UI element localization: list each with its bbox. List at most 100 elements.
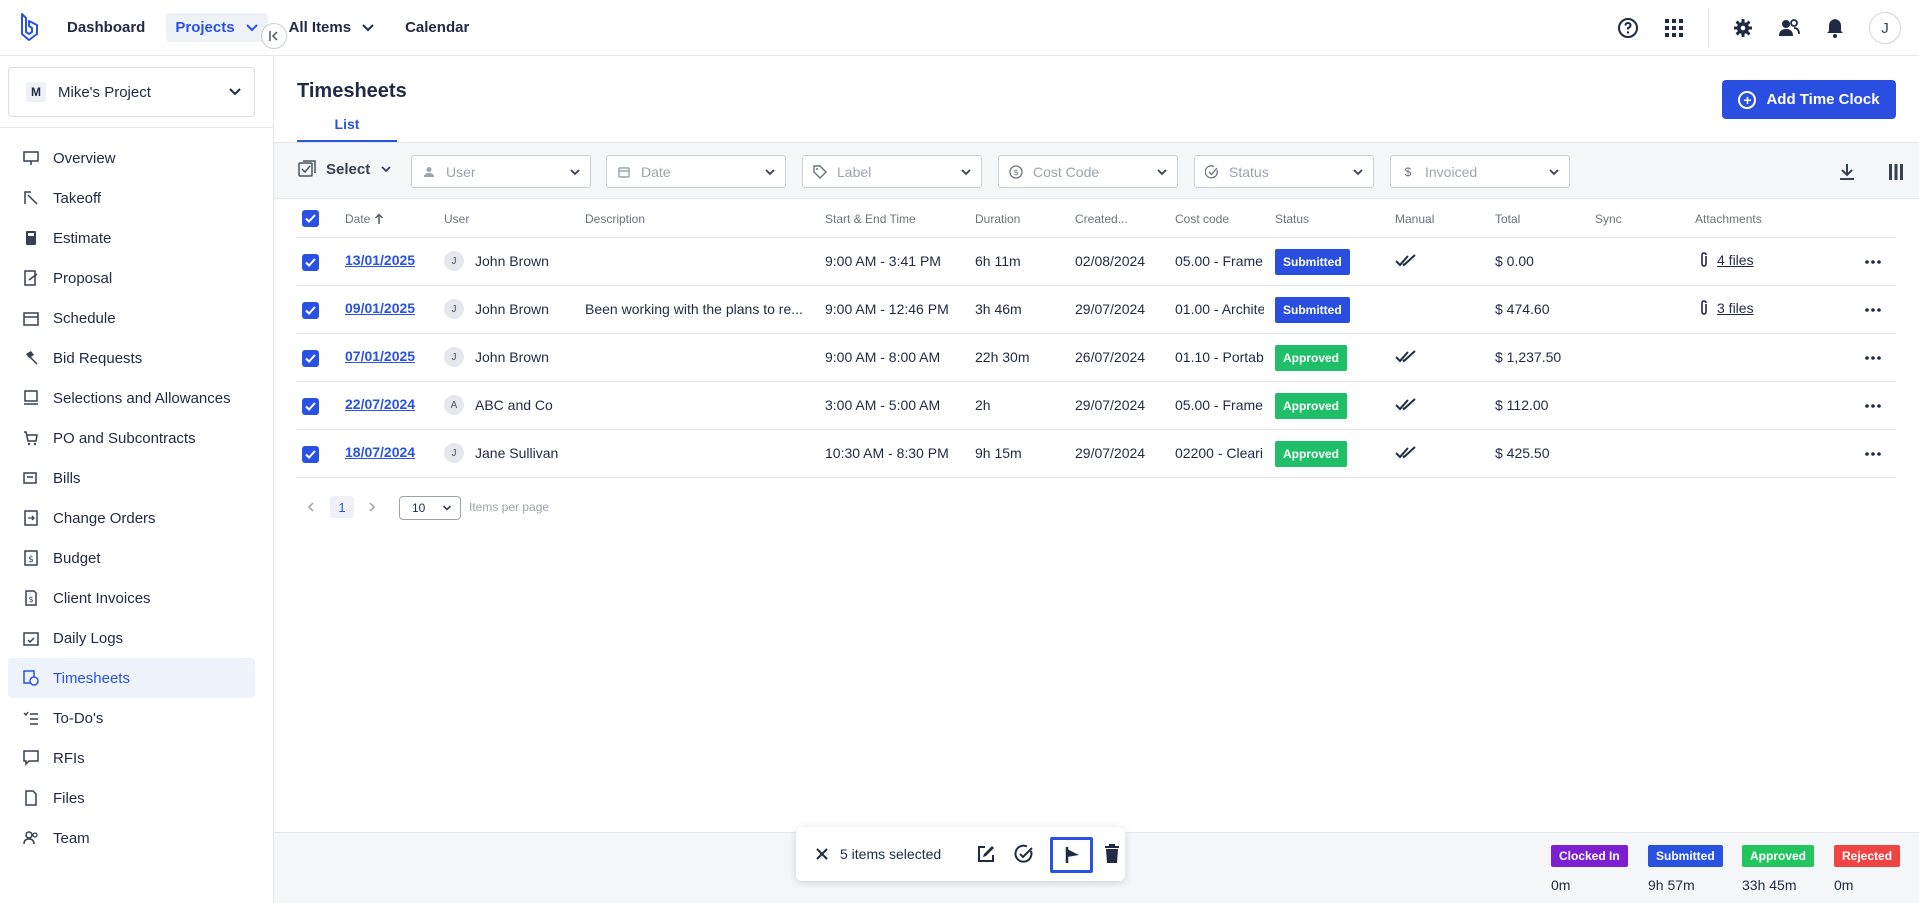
- nav-calendar[interactable]: Calendar: [396, 13, 478, 42]
- sidebar-item-client-invoices[interactable]: $ Client Invoices: [8, 578, 255, 618]
- add-time-clock-button[interactable]: + Add Time Clock: [1722, 80, 1896, 119]
- approve-icon[interactable]: [1012, 842, 1036, 866]
- header-created[interactable]: Created...: [1075, 212, 1128, 226]
- user-filter[interactable]: User: [411, 155, 591, 188]
- sidebar-item-timesheets[interactable]: Timesheets: [8, 658, 255, 698]
- attachments-link[interactable]: 3 files: [1717, 300, 1754, 316]
- header-status[interactable]: Status: [1275, 212, 1309, 226]
- nav-all-items[interactable]: All Items: [280, 13, 385, 42]
- date-link[interactable]: 13/01/2025: [345, 252, 415, 268]
- label-filter[interactable]: Label: [802, 155, 982, 188]
- next-page-icon[interactable]: [364, 499, 380, 515]
- user-avatar[interactable]: J: [1869, 12, 1901, 44]
- cost-code-filter[interactable]: $ Cost Code: [998, 155, 1178, 188]
- header-date[interactable]: Date: [345, 212, 384, 226]
- app-logo-icon[interactable]: [16, 12, 42, 44]
- more-options-icon[interactable]: [1863, 396, 1883, 416]
- more-options-icon[interactable]: [1863, 300, 1883, 320]
- nav-projects[interactable]: Projects: [166, 13, 268, 42]
- row-checkbox[interactable]: [302, 398, 319, 415]
- page-number-button[interactable]: 1: [330, 496, 354, 518]
- row-checkbox[interactable]: [302, 446, 319, 463]
- bell-icon[interactable]: [1823, 16, 1847, 40]
- header-duration[interactable]: Duration: [975, 212, 1020, 226]
- header-attachments[interactable]: Attachments: [1695, 212, 1762, 226]
- select-all-checkbox[interactable]: [302, 210, 319, 227]
- svg-text:$: $: [28, 555, 34, 565]
- tab-list[interactable]: List: [297, 112, 397, 142]
- close-icon[interactable]: [812, 844, 832, 864]
- select-dropdown[interactable]: Select: [298, 160, 392, 178]
- table-row[interactable]: 22/07/2024 A ABC and Co 3:00 AM - 5:00 A…: [296, 382, 1896, 430]
- apps-grid-icon[interactable]: [1662, 16, 1686, 40]
- collapse-sidebar-button[interactable]: [261, 23, 287, 49]
- sidebar-item-team[interactable]: Team: [8, 818, 255, 858]
- sidebar-item-po-and-subcontracts[interactable]: PO and Subcontracts: [8, 418, 255, 458]
- sidebar-item-takeoff[interactable]: Takeoff: [8, 178, 255, 218]
- table-row[interactable]: 07/01/2025 J John Brown 9:00 AM - 8:00 A…: [296, 334, 1896, 382]
- header-user[interactable]: User: [444, 212, 469, 226]
- date-link[interactable]: 09/01/2025: [345, 300, 415, 316]
- sidebar-item-label: Schedule: [53, 309, 116, 327]
- total: $ 474.60: [1495, 301, 1550, 317]
- sidebar-item-budget[interactable]: $ Budget: [8, 538, 255, 578]
- row-checkbox[interactable]: [302, 302, 319, 319]
- sidebar-item-rfis[interactable]: RFIs: [8, 738, 255, 778]
- header-total[interactable]: Total: [1495, 212, 1520, 226]
- header-manual[interactable]: Manual: [1395, 212, 1434, 226]
- sidebar-item-overview[interactable]: Overview: [8, 138, 255, 178]
- header-description[interactable]: Description: [585, 212, 645, 226]
- prev-page-icon[interactable]: [303, 499, 319, 515]
- row-checkbox[interactable]: [302, 254, 319, 271]
- status-filter[interactable]: Status: [1194, 155, 1374, 188]
- date-link[interactable]: 22/07/2024: [345, 396, 415, 412]
- project-selector[interactable]: M Mike's Project: [8, 67, 255, 117]
- sidebar-item-selections-and-allowances[interactable]: Selections and Allowances: [8, 378, 255, 418]
- date-link[interactable]: 18/07/2024: [345, 444, 415, 460]
- more-options-icon[interactable]: [1863, 348, 1883, 368]
- date-link[interactable]: 07/01/2025: [345, 348, 415, 364]
- help-icon[interactable]: [1616, 16, 1640, 40]
- table-row[interactable]: 18/07/2024 J Jane Sullivan 10:30 AM - 8:…: [296, 430, 1896, 478]
- table-row[interactable]: 09/01/2025 J John Brown Been working wit…: [296, 286, 1896, 334]
- date-filter[interactable]: Date: [606, 155, 786, 188]
- nav-dashboard[interactable]: Dashboard: [58, 13, 154, 42]
- sidebar-item-bid-requests[interactable]: Bid Requests: [8, 338, 255, 378]
- sidebar-item-schedule[interactable]: Schedule: [8, 298, 255, 338]
- table-row[interactable]: 13/01/2025 J John Brown 9:00 AM - 3:41 P…: [296, 238, 1896, 286]
- sidebar-item-bills[interactable]: Bills: [8, 458, 255, 498]
- gear-icon[interactable]: [1731, 16, 1755, 40]
- download-icon[interactable]: [1835, 160, 1859, 184]
- sidebar-item-estimate[interactable]: Estimate: [8, 218, 255, 258]
- total: $ 112.00: [1495, 397, 1549, 413]
- sidebar-item-to-do-s[interactable]: To-Do's: [8, 698, 255, 738]
- columns-icon[interactable]: [1884, 160, 1908, 184]
- user-avatar: A: [444, 395, 464, 415]
- more-options-icon[interactable]: [1863, 444, 1883, 464]
- team-icon: [23, 830, 39, 846]
- page-size-select[interactable]: 10: [399, 496, 461, 520]
- status-badge: Approved: [1275, 345, 1348, 371]
- header-sync[interactable]: Sync: [1595, 212, 1622, 226]
- team-icon[interactable]: [1777, 16, 1801, 40]
- invoice-icon: $: [23, 590, 39, 606]
- sidebar-item-proposal[interactable]: Proposal: [8, 258, 255, 298]
- filter-bar: Select User Date Label $ Cost Code Statu…: [274, 142, 1919, 199]
- sidebar-item-files[interactable]: Files: [8, 778, 255, 818]
- header-time[interactable]: Start & End Time: [825, 212, 916, 226]
- rfi-icon: [23, 750, 39, 766]
- trash-icon[interactable]: [1100, 842, 1124, 866]
- row-checkbox[interactable]: [302, 350, 319, 367]
- invoiced-filter[interactable]: $ Invoiced: [1390, 155, 1570, 188]
- plus-circle-icon: +: [1738, 90, 1757, 109]
- gavel-icon: [23, 350, 39, 366]
- date-filter-placeholder: Date: [641, 163, 671, 180]
- edit-icon[interactable]: [974, 842, 998, 866]
- attachments-link[interactable]: 4 files: [1717, 252, 1754, 268]
- legend-clocked-in: Clocked In 0m: [1551, 845, 1628, 893]
- header-cost-code[interactable]: Cost code: [1175, 212, 1229, 226]
- submit-flag-button[interactable]: [1050, 837, 1093, 873]
- sidebar-item-change-orders[interactable]: Change Orders: [8, 498, 255, 538]
- more-options-icon[interactable]: [1863, 252, 1883, 272]
- sidebar-item-daily-logs[interactable]: Daily Logs: [8, 618, 255, 658]
